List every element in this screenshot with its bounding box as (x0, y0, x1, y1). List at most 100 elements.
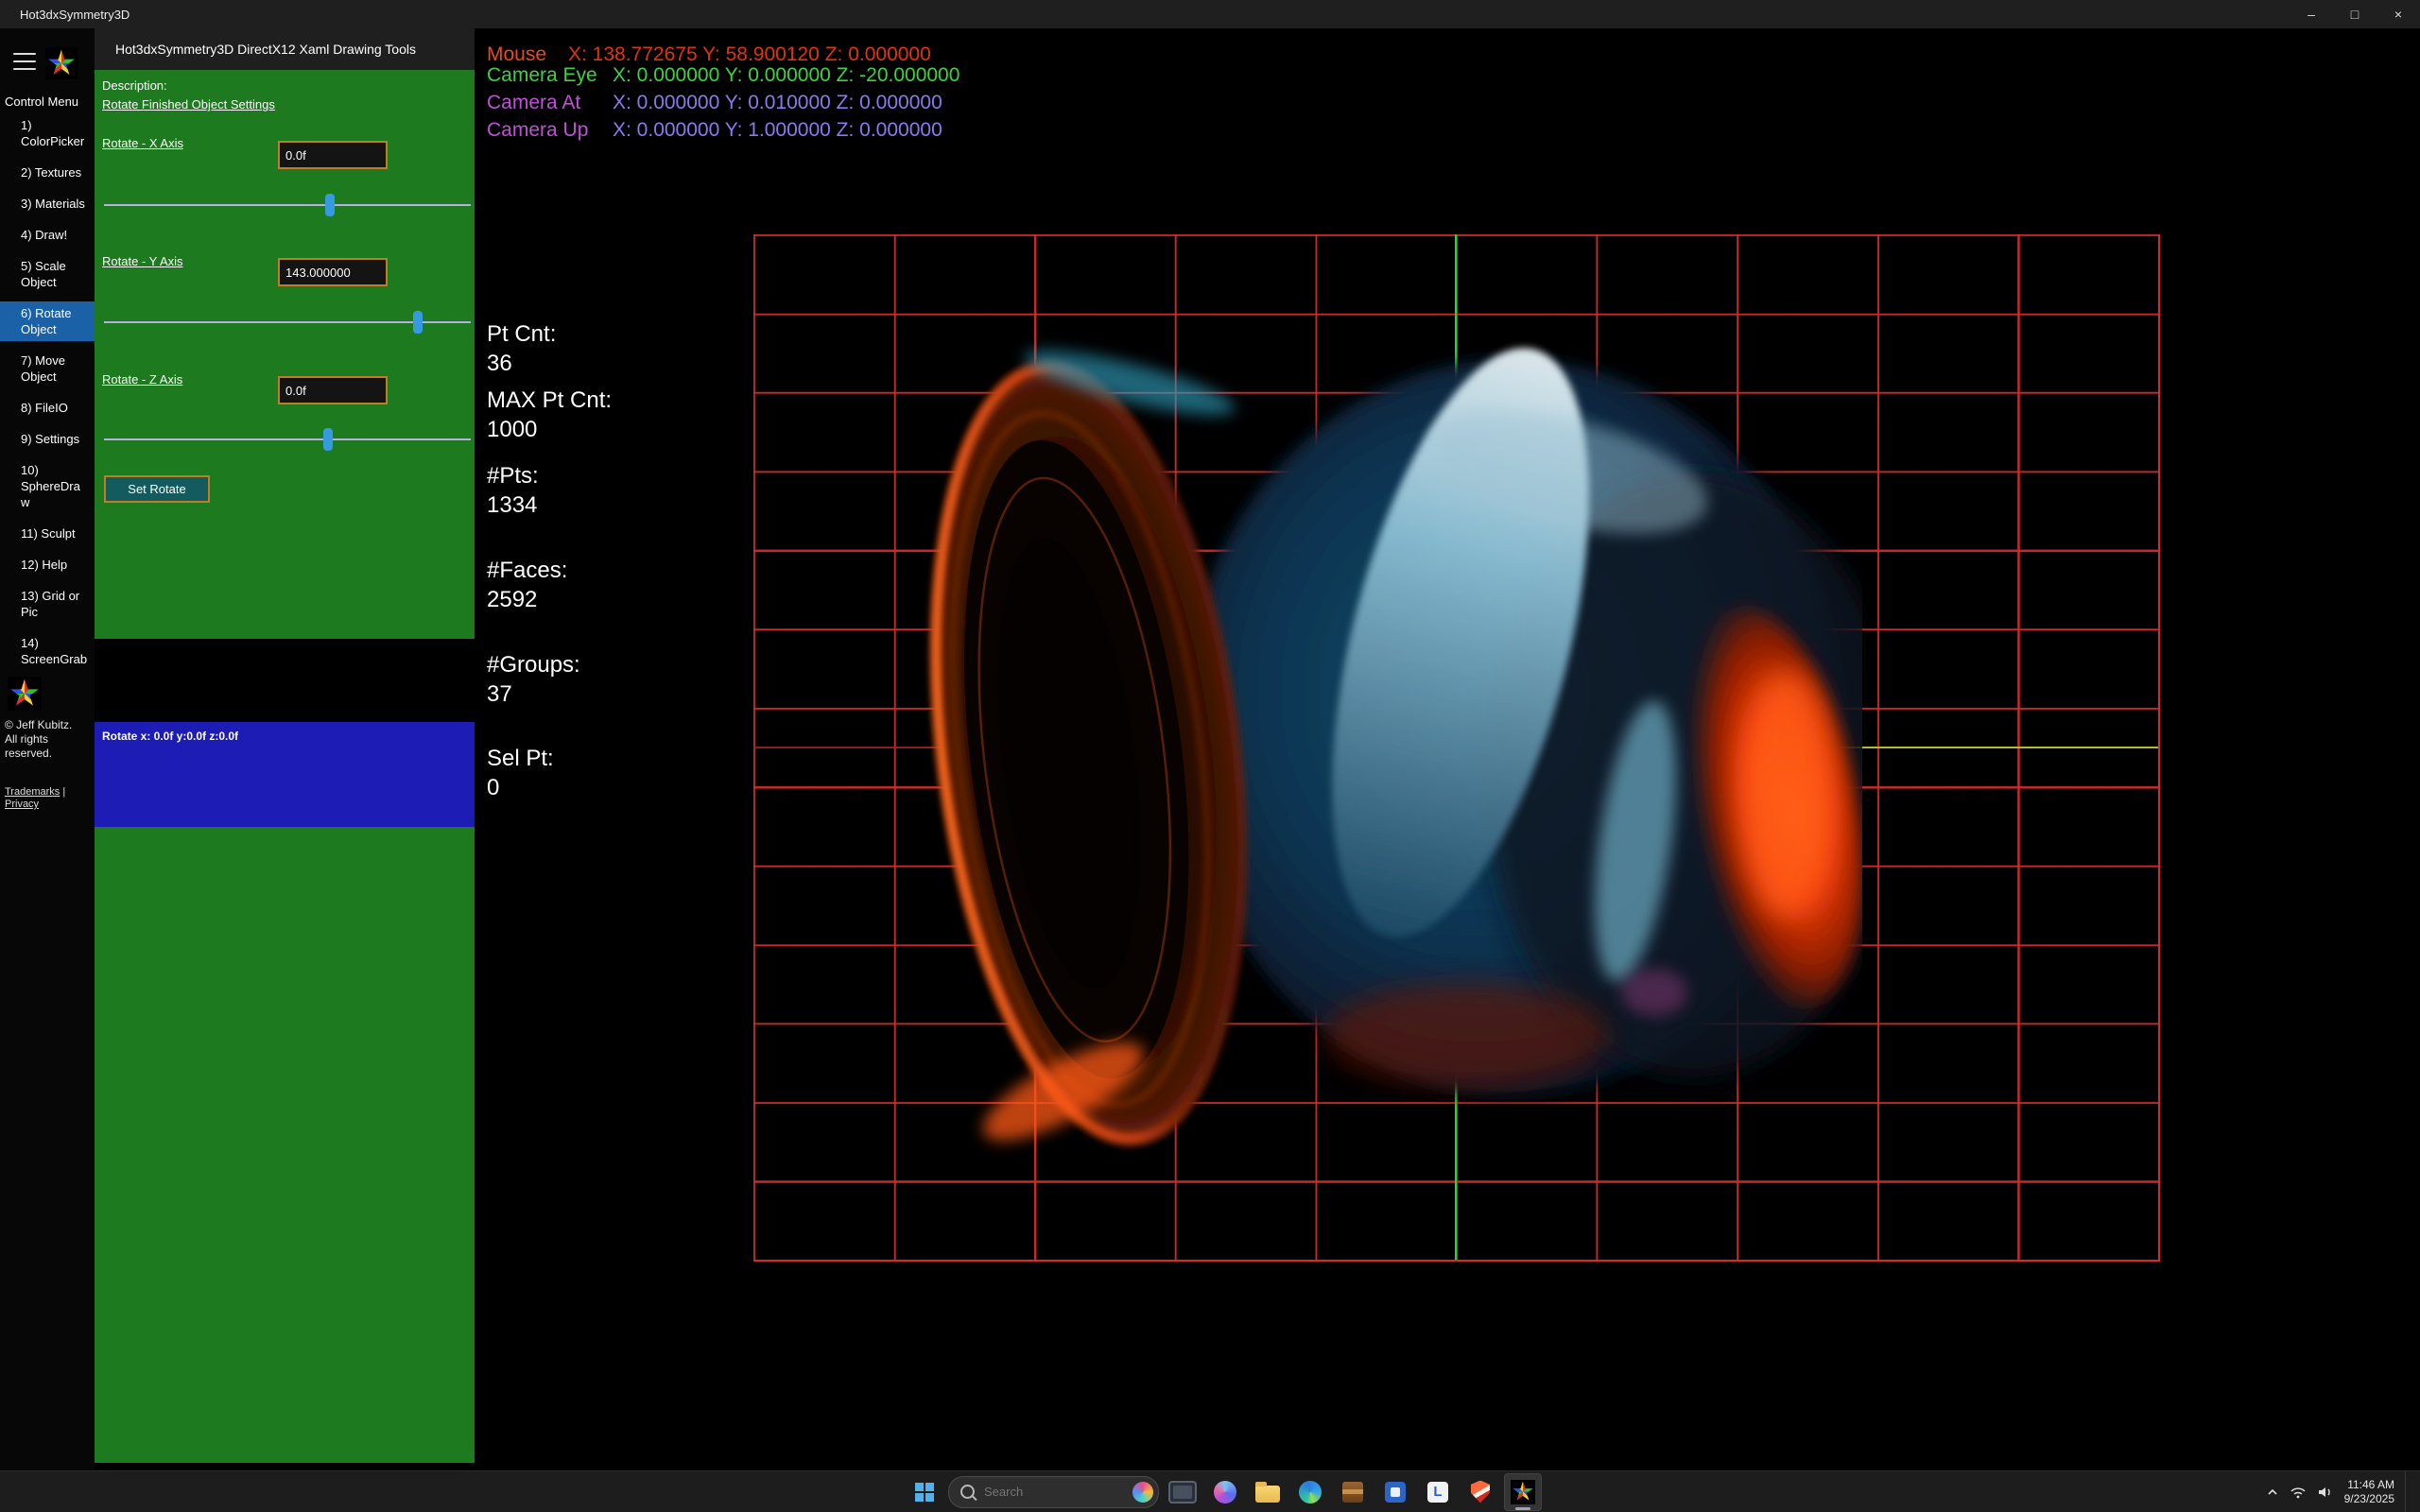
rotate-y-input[interactable] (278, 258, 388, 286)
rotate-settings-link[interactable]: Rotate Finished Object Settings (102, 97, 275, 112)
rotate-z-axis-label: Rotate - Z Axis (102, 372, 182, 387)
panel-header-title: Hot3dxSymmetry3D DirectX12 Xaml Drawing … (115, 42, 416, 57)
sidebar-item-materials[interactable]: 3) Materials (0, 196, 95, 212)
search-highlights-icon[interactable] (1132, 1482, 1153, 1503)
taskbar-app-package[interactable] (1334, 1473, 1372, 1511)
sidebar-item-draw[interactable]: 4) Draw! (0, 227, 95, 243)
hot3dx-app-icon (1511, 1480, 1535, 1504)
shield-icon (1471, 1481, 1490, 1503)
camera-eye-label: Camera Eye (487, 65, 613, 86)
sidebar-item-move-object[interactable]: 7) Move Object (0, 352, 95, 385)
rotate-settings-area: Description: Rotate Finished Object Sett… (95, 70, 475, 639)
stat-pts: #Pts:1334 (487, 461, 539, 520)
sidebar-item-spheredraw[interactable]: 10) SphereDra w (0, 462, 95, 510)
stat-max-pt-cnt: MAX Pt Cnt:1000 (487, 386, 612, 444)
taskbar-app-monitor[interactable] (1164, 1473, 1201, 1511)
monitor-icon (1168, 1481, 1197, 1503)
taskbar-app-blue[interactable] (1376, 1473, 1414, 1511)
rotate-status-panel: Rotate x: 0.0f y:0.0f z:0.0f (95, 722, 475, 827)
copilot-icon (1214, 1481, 1236, 1503)
search-icon (960, 1485, 975, 1499)
rotate-x-slider-track (104, 204, 471, 206)
sidebar-item-colorpicker[interactable]: 1) ColorPicker (0, 117, 95, 149)
app-logo-icon-bottom (8, 677, 42, 711)
taskbar: L 11:46 AM 9/23/2025 (0, 1470, 2420, 1512)
rotate-z-slider-thumb[interactable] (323, 428, 333, 451)
show-desktop-button[interactable] (2405, 1471, 2411, 1512)
stat-groups: #Groups:37 (487, 650, 580, 709)
stat-pt-cnt: Pt Cnt:36 (487, 319, 556, 378)
description-label: Description: (102, 78, 167, 93)
start-button[interactable] (906, 1473, 943, 1511)
window-title: Hot3dxSymmetry3D (20, 8, 130, 22)
copyright-text: © Jeff Kubitz. All rights reserved. (5, 718, 72, 761)
camera-eye-value: X: 0.000000 Y: 0.000000 Z: -20.000000 (613, 65, 959, 86)
tray-date: 9/23/2025 (2344, 1492, 2394, 1506)
taskbar-app-hot3dx-active[interactable] (1504, 1473, 1542, 1511)
rotate-control-panel: Hot3dxSymmetry3D DirectX12 Xaml Drawing … (95, 28, 475, 1471)
sidebar-item-grid-or-pic[interactable]: 13) Grid or Pic (0, 588, 95, 620)
mouse-coords-label: Mouse (487, 44, 568, 65)
taskbar-app-edge[interactable] (1291, 1473, 1329, 1511)
rotate-y-slider[interactable] (104, 311, 471, 334)
camera-up-label: Camera Up (487, 120, 613, 141)
windows-logo-icon (915, 1483, 934, 1502)
trademarks-link[interactable]: Trademarks (5, 786, 60, 798)
taskbar-app-copilot[interactable] (1206, 1473, 1244, 1511)
wifi-icon[interactable] (2290, 1486, 2307, 1499)
taskbar-app-linqpad[interactable]: L (1419, 1473, 1457, 1511)
rotate-y-axis-label: Rotate - Y Axis (102, 254, 183, 268)
camera-up-value: X: 0.000000 Y: 1.000000 Z: 0.000000 (613, 120, 942, 141)
viewport-readouts: MouseX: 138.772675 Y: 58.900120 Z: 0.000… (487, 44, 959, 141)
sidebar-item-fileio[interactable]: 8) FileIO (0, 400, 95, 416)
camera-at-label: Camera At (487, 93, 613, 113)
taskbar-app-security[interactable] (1461, 1473, 1499, 1511)
rotate-y-slider-thumb[interactable] (413, 311, 423, 334)
control-menu-label: Control Menu (5, 94, 78, 109)
mouse-coords-value: X: 138.772675 Y: 58.900120 Z: 0.000000 (568, 44, 931, 65)
app-logo-icon (45, 47, 78, 79)
maximize-button[interactable]: □ (2333, 0, 2377, 28)
sidebar-item-screengrab[interactable]: 14) ScreenGrab (0, 635, 95, 667)
sidebar-item-help[interactable]: 12) Help (0, 557, 95, 573)
taskbar-app-file-explorer[interactable] (1249, 1473, 1287, 1511)
rotate-status-text: Rotate x: 0.0f y:0.0f z:0.0f (95, 722, 475, 743)
rotate-x-axis-label: Rotate - X Axis (102, 136, 183, 150)
stat-sel-pt: Sel Pt:0 (487, 744, 554, 802)
rotate-z-input[interactable] (278, 376, 388, 404)
rotate-z-slider[interactable] (104, 428, 471, 451)
title-bar: Hot3dxSymmetry3D – □ × (0, 0, 2420, 28)
link-separator: | (60, 786, 65, 798)
set-rotate-button[interactable]: Set Rotate (104, 475, 210, 503)
panel-lower-green (95, 827, 475, 1463)
sidebar-item-sculpt[interactable]: 11) Sculpt (0, 525, 95, 541)
search-input[interactable] (982, 1484, 1125, 1500)
tray-clock[interactable]: 11:46 AM 9/23/2025 (2344, 1478, 2394, 1506)
edge-icon (1299, 1481, 1322, 1503)
rendered-3d-object (908, 331, 1862, 1181)
sidebar-item-textures[interactable]: 2) Textures (0, 164, 95, 180)
legal-links: Trademarks | Privacy (5, 786, 92, 811)
camera-at-value: X: 0.000000 Y: 0.010000 Z: 0.000000 (613, 93, 942, 113)
linqpad-icon: L (1427, 1482, 1448, 1503)
control-menu-sidebar: Control Menu 1) ColorPicker 2) Textures … (0, 28, 95, 1471)
close-button[interactable]: × (2377, 0, 2420, 28)
volume-icon[interactable] (2317, 1486, 2334, 1499)
package-icon (1342, 1482, 1363, 1503)
tray-chevron-up-icon[interactable] (2266, 1486, 2279, 1499)
rotate-x-input[interactable] (278, 141, 388, 169)
sidebar-item-rotate-object[interactable]: 6) Rotate Object (0, 301, 95, 341)
sidebar-menu: 1) ColorPicker 2) Textures 3) Materials … (0, 117, 95, 682)
privacy-link[interactable]: Privacy (5, 799, 39, 810)
rotate-x-slider[interactable] (104, 194, 471, 216)
rotate-x-slider-thumb[interactable] (325, 194, 335, 216)
viewport-3d[interactable]: MouseX: 138.772675 Y: 58.900120 Z: 0.000… (475, 28, 2420, 1471)
hamburger-menu-icon[interactable] (13, 53, 36, 70)
sidebar-item-scale-object[interactable]: 5) Scale Object (0, 258, 95, 290)
minimize-button[interactable]: – (2290, 0, 2333, 28)
sidebar-item-settings[interactable]: 9) Settings (0, 431, 95, 447)
panel-header: Hot3dxSymmetry3D DirectX12 Xaml Drawing … (95, 28, 475, 70)
blue-app-icon (1385, 1482, 1406, 1503)
taskbar-search[interactable] (948, 1476, 1159, 1508)
stat-faces: #Faces:2592 (487, 556, 567, 614)
